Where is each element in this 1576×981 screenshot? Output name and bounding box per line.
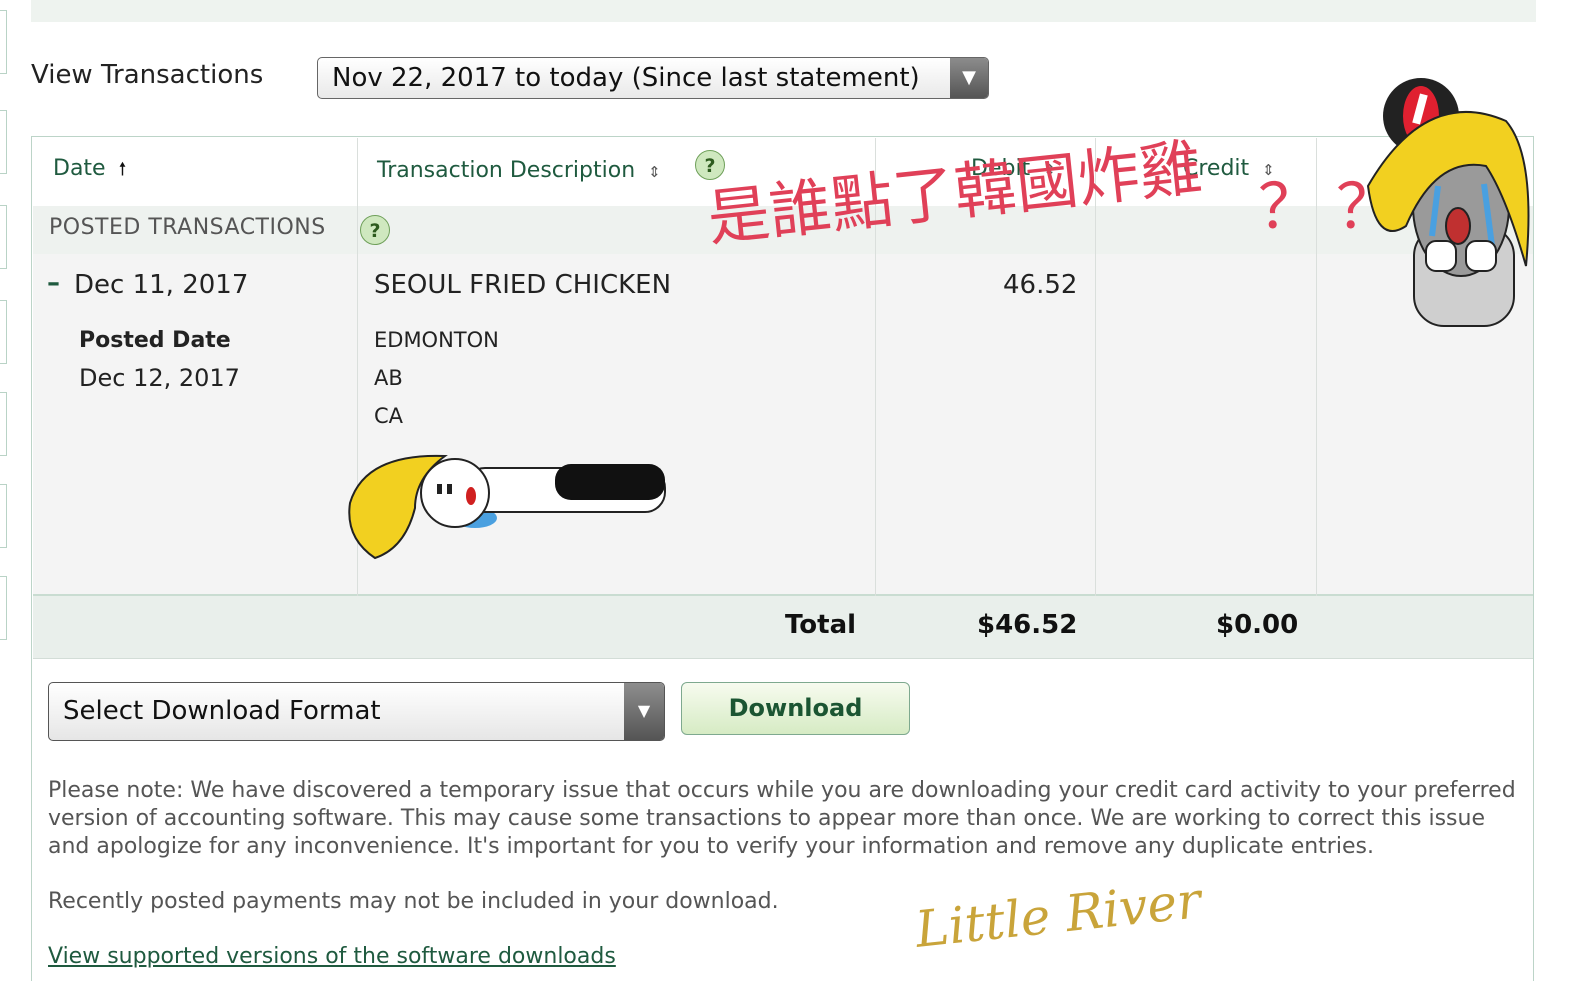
total-debit: $46.52 <box>977 610 1078 640</box>
total-credit: $0.00 <box>1216 610 1299 640</box>
question-marks-overlay: ？？ <box>1258 170 1415 243</box>
chevron-down-icon[interactable]: ▼ <box>950 58 988 98</box>
payments-note: Recently posted payments may not be incl… <box>48 889 779 914</box>
totals-row: Total $46.52 $0.00 <box>33 596 1533 659</box>
merchant-country: CA <box>374 404 404 428</box>
left-rail <box>0 0 8 981</box>
debit-amount: 46.52 <box>1003 270 1078 300</box>
transaction-date: Dec 11, 2017 <box>74 270 249 300</box>
view-transactions-label: View Transactions <box>31 60 264 90</box>
top-band <box>31 0 1536 22</box>
chevron-down-icon[interactable]: ▼ <box>624 683 664 740</box>
date-range-value: Nov 22, 2017 to today (Since last statem… <box>332 63 920 93</box>
download-button[interactable]: Download <box>681 682 910 735</box>
posted-date-label: Posted Date <box>79 328 231 353</box>
date-range-select[interactable]: Nov 22, 2017 to today (Since last statem… <box>317 57 989 99</box>
collapse-toggle-icon[interactable]: – <box>47 268 60 298</box>
description-column-header[interactable]: Transaction Description ⇕ <box>377 140 661 208</box>
lying-character-sticker <box>348 454 666 560</box>
total-label: Total <box>785 610 857 640</box>
posted-date-value: Dec 12, 2017 <box>79 364 240 392</box>
help-icon[interactable]: ? <box>360 215 390 245</box>
merchant-province: AB <box>374 366 403 390</box>
download-format-select[interactable]: Select Download Format ▼ <box>48 682 665 741</box>
table-row[interactable]: – Dec 11, 2017 Posted Date Dec 12, 2017 … <box>33 254 1533 596</box>
download-format-value: Select Download Format <box>63 696 381 726</box>
sort-icon[interactable]: ⇕ <box>648 141 661 203</box>
date-column-header[interactable]: Date 🠕 <box>53 138 126 206</box>
description-header-label: Transaction Description <box>377 158 636 183</box>
sort-ascending-icon[interactable]: 🠕 <box>119 139 127 201</box>
section-title: POSTED TRANSACTIONS <box>49 215 326 240</box>
date-header-label: Date <box>53 156 106 181</box>
download-issue-note: Please note: We have discovered a tempor… <box>48 778 1516 859</box>
merchant-city: EDMONTON <box>374 328 499 352</box>
merchant-name: SEOUL FRIED CHICKEN <box>374 270 672 300</box>
supported-versions-link[interactable]: View supported versions of the software … <box>48 944 616 969</box>
